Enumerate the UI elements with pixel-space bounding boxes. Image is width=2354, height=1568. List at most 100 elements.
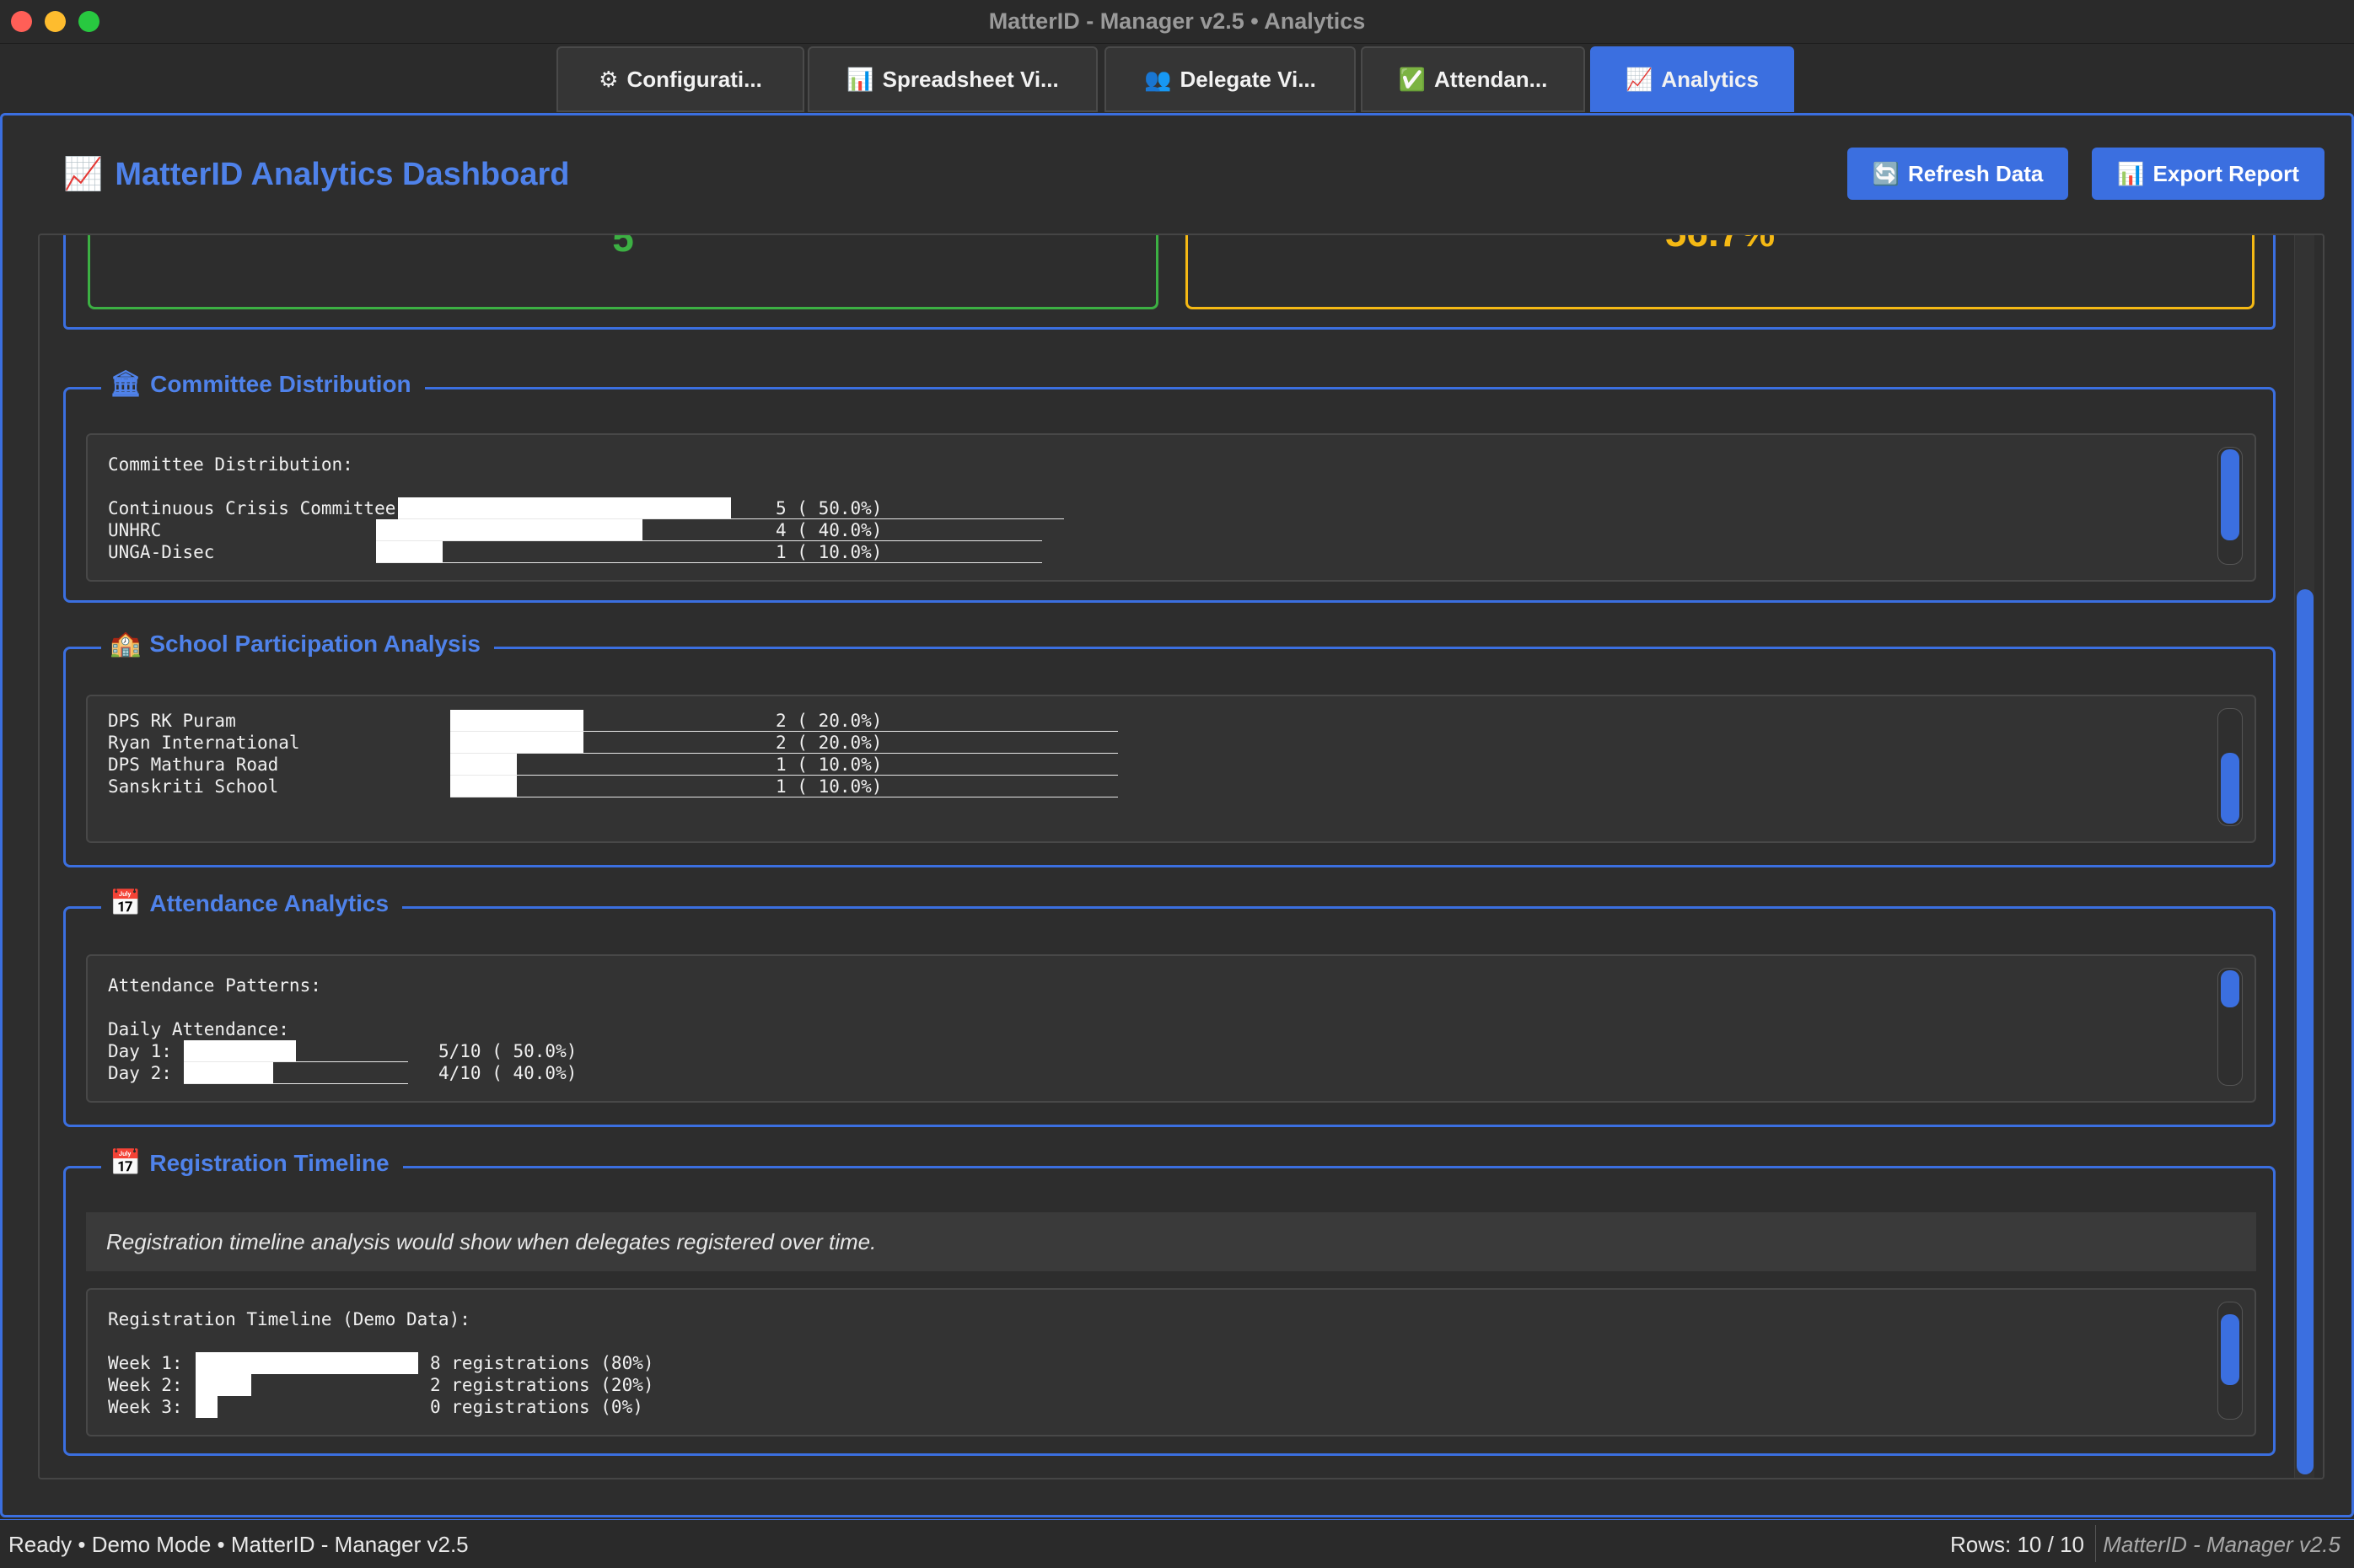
- page-title: 📈 MatterID Analytics Dashboard: [63, 156, 570, 193]
- row-label: UNGA-Disec: [108, 542, 215, 562]
- row-label: Week 3:: [108, 1397, 183, 1417]
- scrollbar-thumb[interactable]: [2221, 449, 2239, 540]
- metric-value: 56.7%: [1188, 235, 2252, 255]
- metrics-frame: 5 56.7%: [63, 234, 2276, 330]
- tab-attendance[interactable]: ✅ Attendan...: [1361, 46, 1585, 112]
- row-count: Rows: 10 / 10: [1950, 1532, 2084, 1557]
- section-title: 📅 Attendance Analytics: [101, 889, 403, 918]
- distribution-bar: [196, 1352, 418, 1374]
- tab-configuration[interactable]: ⚙ Configurati...: [556, 46, 804, 112]
- trend-chart-icon: 📈: [1626, 66, 1653, 92]
- section-title-text: School Participation Analysis: [149, 630, 481, 657]
- tab-label: Delegate Vi...: [1180, 66, 1316, 92]
- status-bar: Ready • Demo Mode • MatterID - Manager v…: [0, 1519, 2354, 1568]
- tab-delegate-view[interactable]: 👥 Delegate Vi...: [1104, 46, 1356, 112]
- calendar-icon: 📅: [110, 1149, 142, 1177]
- window-title: MatterID - Manager v2.5 • Analytics: [988, 8, 1366, 34]
- attendance-analytics-section: 📅 Attendance Analytics Attendance Patter…: [63, 889, 2276, 1127]
- scrollbar-thumb[interactable]: [2221, 1314, 2239, 1385]
- row-label: Continuous Crisis Committee: [108, 498, 396, 518]
- text-heading: Committee Distribution:: [108, 454, 353, 475]
- school-text-output[interactable]: DPS RK Puram 2 ( 20.0%) Ryan International…: [86, 695, 2256, 843]
- text-scrollbar[interactable]: [2217, 708, 2243, 826]
- row-label: Day 1:: [108, 1041, 172, 1061]
- row-value: 1 ( 10.0%): [776, 776, 883, 797]
- row-value: 1 ( 10.0%): [776, 542, 883, 562]
- bar-track: [376, 540, 1042, 541]
- bar-track: [184, 1083, 408, 1084]
- analytics-panel: 📈 MatterID Analytics Dashboard 🔄 Refresh…: [0, 113, 2354, 1517]
- title-bar: MatterID - Manager v2.5 • Analytics: [0, 0, 2354, 44]
- section-title-text: Attendance Analytics: [149, 889, 390, 916]
- attendance-text-output[interactable]: Attendance Patterns: Daily Attendance: D…: [86, 954, 2256, 1103]
- distribution-bar: [376, 541, 443, 563]
- scrollbar-thumb[interactable]: [2221, 753, 2239, 824]
- bar-track: [376, 562, 1042, 563]
- export-report-label: Export Report: [2152, 160, 2299, 186]
- tab-spreadsheet-view[interactable]: 📊 Spreadsheet Vi...: [808, 46, 1098, 112]
- section-title: 📅 Registration Timeline: [101, 1148, 403, 1178]
- status-text: Ready • Demo Mode • MatterID - Manager v…: [8, 1532, 469, 1557]
- refresh-data-button[interactable]: 🔄 Refresh Data: [1847, 148, 2068, 200]
- building-icon: 🏛: [110, 370, 142, 398]
- tab-strip: ⚙ Configurati... 📊 Spreadsheet Vi... 👥 D…: [0, 44, 2354, 115]
- distribution-bar: [196, 1396, 218, 1418]
- export-report-button[interactable]: 📊 Export Report: [2092, 148, 2324, 200]
- row-value: 4/10 ( 40.0%): [438, 1063, 578, 1083]
- row-label: Week 1:: [108, 1353, 183, 1373]
- status-app-name: MatterID - Manager v2.5: [2103, 1532, 2341, 1557]
- distribution-bar: [450, 732, 583, 754]
- text-heading: Attendance Patterns:: [108, 975, 321, 996]
- timeline-text-output[interactable]: Registration Timeline (Demo Data): Week …: [86, 1288, 2256, 1436]
- tab-label: Attendan...: [1434, 66, 1548, 92]
- page-title-text: MatterID Analytics Dashboard: [115, 156, 570, 192]
- row-value: 5/10 ( 50.0%): [438, 1041, 578, 1061]
- check-icon: ✅: [1398, 66, 1427, 92]
- section-title: 🏫 School Participation Analysis: [101, 629, 494, 658]
- refresh-data-label: Refresh Data: [1907, 160, 2044, 186]
- text-scrollbar[interactable]: [2217, 1302, 2243, 1420]
- row-value: 1 ( 10.0%): [776, 754, 883, 775]
- distribution-bar: [376, 519, 642, 541]
- committee-text-output[interactable]: Committee Distribution: Continuous Crisi…: [86, 433, 2256, 582]
- row-value: 2 registrations (20%): [430, 1375, 654, 1395]
- row-value: 2 ( 20.0%): [776, 711, 883, 731]
- school-participation-section: 🏫 School Participation Analysis DPS RK P…: [63, 629, 2276, 867]
- tab-analytics[interactable]: 📈 Analytics: [1590, 46, 1794, 112]
- distribution-bar: [450, 710, 583, 732]
- dashboard-scroll-area[interactable]: 5 56.7% 🏛 Committee Distribution Committ…: [38, 234, 2324, 1479]
- dashboard-scrollbar[interactable]: [2294, 235, 2314, 1478]
- scrollbar-thumb[interactable]: [2221, 970, 2239, 1007]
- row-label: Sanskriti School: [108, 776, 279, 797]
- distribution-bar: [196, 1374, 251, 1396]
- text-heading: Registration Timeline (Demo Data):: [108, 1309, 470, 1329]
- text-scrollbar[interactable]: [2217, 447, 2243, 565]
- metric-card-total: 5: [88, 234, 1158, 309]
- school-icon: 🏫: [110, 630, 142, 658]
- distribution-bar: [184, 1040, 296, 1062]
- section-title: 🏛 Committee Distribution: [101, 369, 425, 399]
- tab-label: Spreadsheet Vi...: [882, 66, 1059, 92]
- timeline-note: Registration timeline analysis would sho…: [86, 1212, 2256, 1271]
- scrollbar-thumb[interactable]: [2297, 589, 2314, 1474]
- distribution-bar: [450, 754, 517, 776]
- row-label: UNHRC: [108, 520, 162, 540]
- tab-label: Analytics: [1661, 66, 1759, 92]
- metric-value: 5: [612, 234, 634, 260]
- row-value: 0 registrations (0%): [430, 1397, 643, 1417]
- committee-distribution-section: 🏛 Committee Distribution Committee Distr…: [63, 369, 2276, 603]
- section-title-text: Registration Timeline: [149, 1149, 390, 1176]
- row-value: 2 ( 20.0%): [776, 733, 883, 753]
- registration-timeline-section: 📅 Registration Timeline Registration tim…: [63, 1148, 2276, 1456]
- trend-chart-icon: 📈: [63, 157, 104, 192]
- row-value: 4 ( 40.0%): [776, 520, 883, 540]
- row-label: Ryan International: [108, 733, 300, 753]
- distribution-bar: [184, 1062, 273, 1084]
- section-title-text: Committee Distribution: [150, 370, 411, 397]
- row-label: DPS Mathura Road: [108, 754, 279, 775]
- distribution-bar: [398, 497, 731, 519]
- text-scrollbar[interactable]: [2217, 968, 2243, 1086]
- refresh-icon: 🔄: [1872, 160, 1900, 186]
- tab-label: Configurati...: [626, 66, 762, 92]
- bar-chart-icon: 📊: [2117, 160, 2145, 186]
